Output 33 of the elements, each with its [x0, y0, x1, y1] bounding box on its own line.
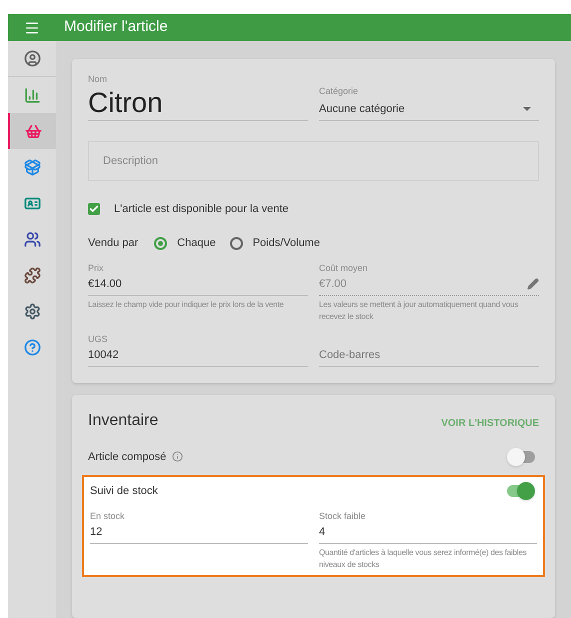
- field-label: Stock faible: [319, 510, 367, 522]
- field-label: Coût moyen: [319, 262, 369, 274]
- category-dropdown[interactable]: Aucune catégorie: [319, 98, 539, 120]
- toggle-switch[interactable]: [509, 450, 535, 463]
- checkbox-label: L'article est disponible pour la vente: [114, 202, 289, 216]
- price-field[interactable]: €14.00: [88, 274, 308, 296]
- field-hint: Quantité d'articles à laquelle vous serez informé(e) des faibles niveaux de stocks: [319, 546, 528, 570]
- app-title: Modifier l'article: [64, 17, 168, 38]
- description-field[interactable]: Description: [88, 140, 539, 180]
- radio-option[interactable]: Poids/Volume: [230, 235, 320, 252]
- sku-field[interactable]: 10042: [88, 344, 308, 366]
- sold-by-label: Vendu par: [88, 236, 138, 251]
- checkbox[interactable]: [88, 202, 100, 215]
- name-field[interactable]: Citron: [88, 86, 308, 120]
- field-label: Prix: [88, 262, 104, 274]
- sidebar-item[interactable]: [8, 113, 56, 149]
- low-stock-field[interactable]: 4: [319, 522, 537, 544]
- toggle-switch[interactable]: [507, 485, 533, 498]
- field-label: Nom: [88, 73, 108, 86]
- field-label: UGS: [88, 332, 109, 344]
- radio-option[interactable]: Chaque: [154, 235, 216, 252]
- composite-label: Article composé: [88, 450, 166, 464]
- menu-icon[interactable]: [24, 20, 40, 36]
- info-icon[interactable]: [172, 451, 184, 462]
- field-label: En stock: [90, 510, 126, 522]
- field-hint: Laissez le champ vide pour indiquer le prix lors de la vente: [88, 298, 285, 310]
- field-label: Catégorie: [319, 85, 360, 98]
- edit-icon[interactable]: [527, 278, 539, 290]
- section-title: Inventaire: [88, 410, 158, 430]
- in-stock-field[interactable]: 12: [90, 522, 308, 544]
- dropdown-caret-icon: [523, 107, 531, 111]
- tracking-label: Suivi de stock: [90, 484, 158, 499]
- field-hint: Les valeurs se mettent à jour automatiquement quand vous recevez le stock: [319, 298, 520, 322]
